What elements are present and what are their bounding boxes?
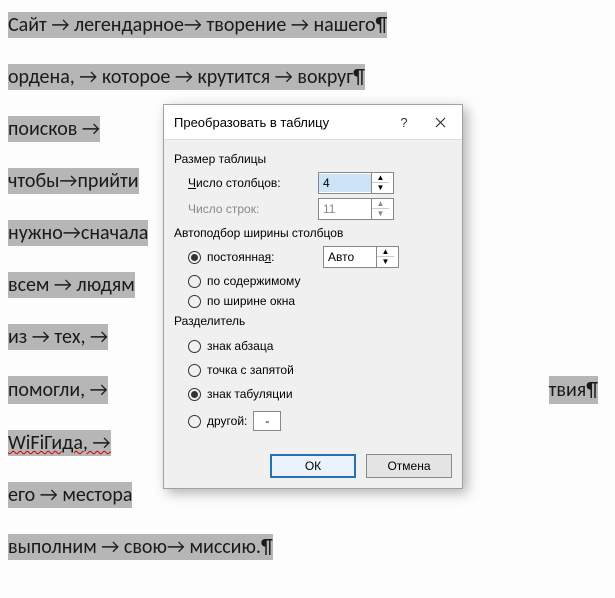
doc-line: всем → людям <box>8 272 135 298</box>
doc-line: чтобы→прийти <box>8 168 139 194</box>
sep-other-input[interactable] <box>253 411 281 431</box>
fit-window-label: по ширине окна <box>207 294 295 308</box>
columns-spinner[interactable]: ▲▼ <box>318 172 394 194</box>
sep-semicolon-label: точка с запятой <box>207 363 294 377</box>
sep-other-label: другой: <box>207 414 247 428</box>
rows-label: Число строк: <box>188 202 318 216</box>
convert-to-table-dialog: Преобразовать в таблицу ? Размер таблицы… <box>163 104 463 489</box>
up-arrow-icon[interactable]: ▲ <box>372 173 389 183</box>
doc-line: из → тех, → <box>8 324 108 350</box>
dialog-titlebar[interactable]: Преобразовать в таблицу ? <box>164 105 462 140</box>
close-button[interactable] <box>422 111 458 133</box>
doc-line: нужно→сначала <box>8 220 148 246</box>
doc-line-right: твия¶ <box>549 376 598 404</box>
help-button[interactable]: ? <box>386 111 422 133</box>
close-icon <box>435 117 446 128</box>
down-arrow-icon[interactable]: ▼ <box>372 183 389 193</box>
radio-sep-other[interactable] <box>188 415 201 428</box>
section-autofit-label: Автоподбор ширины столбцов <box>174 226 452 240</box>
fixed-width-spinner[interactable]: ▲▼ <box>323 246 399 268</box>
down-arrow-icon[interactable]: ▼ <box>377 257 394 267</box>
fit-content-label: по содержимому <box>207 274 300 288</box>
dialog-title: Преобразовать в таблицу <box>174 115 386 130</box>
radio-fixed-width[interactable] <box>188 251 201 264</box>
radio-sep-semicolon[interactable] <box>188 364 201 377</box>
spinner-arrows[interactable]: ▲▼ <box>376 247 394 267</box>
doc-line: выполним → свою→ миссию.¶ <box>8 534 273 560</box>
sep-paragraph-label: знак абзаца <box>207 339 273 353</box>
rows-input <box>319 200 371 218</box>
doc-line: помогли, → <box>8 376 108 404</box>
up-arrow-icon: ▲ <box>372 199 389 209</box>
cancel-button[interactable]: Отмена <box>366 454 452 478</box>
doc-line: его → местора <box>8 482 132 508</box>
radio-fit-content[interactable] <box>188 275 201 288</box>
columns-input[interactable] <box>319 174 371 192</box>
radio-sep-paragraph[interactable] <box>188 340 201 353</box>
doc-line: поисков → <box>8 116 100 142</box>
fixed-width-input[interactable] <box>324 248 376 266</box>
columns-label: Число столбцов: <box>188 176 318 190</box>
fixed-width-label: постоянная: <box>207 250 323 264</box>
sep-tab-label: знак табуляции <box>207 387 293 401</box>
ok-button[interactable]: ОК <box>270 454 356 478</box>
section-separator-label: Разделитель <box>174 314 452 328</box>
spinner-arrows[interactable]: ▲▼ <box>371 173 389 193</box>
spinner-arrows: ▲▼ <box>371 199 389 219</box>
doc-line: WiFiГида, → <box>8 430 111 456</box>
section-size-label: Размер таблицы <box>174 152 452 166</box>
rows-spinner: ▲▼ <box>318 198 394 220</box>
down-arrow-icon: ▼ <box>372 209 389 219</box>
up-arrow-icon[interactable]: ▲ <box>377 247 394 257</box>
doc-line: ордена, → которое → крутится → вокруг¶ <box>8 64 365 90</box>
radio-sep-tab[interactable] <box>188 388 201 401</box>
radio-fit-window[interactable] <box>188 295 201 308</box>
doc-line: Сайт → легендарное→ творение → нашего¶ <box>8 12 387 38</box>
